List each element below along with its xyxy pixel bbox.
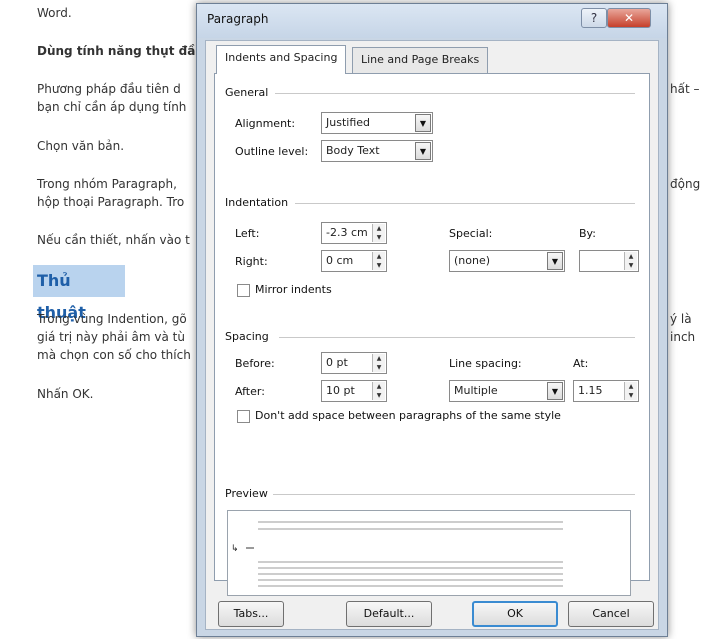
outline-level-value: Body Text (326, 144, 380, 157)
by-input[interactable]: ▲ ▼ (579, 250, 639, 272)
spacing-before-input[interactable]: 0 pt ▲ ▼ (321, 352, 387, 374)
chevron-down-icon: ▼ (547, 382, 563, 400)
at-value: 1.15 (578, 384, 603, 397)
section-general-title: General (225, 86, 269, 99)
spin-button[interactable]: ▲ ▼ (372, 224, 385, 242)
alignment-select[interactable]: Justified ▼ (321, 112, 433, 134)
article-line: mà chọn con số cho thích (37, 348, 191, 362)
article-fragment: inch (670, 330, 696, 344)
spacing-after-input[interactable]: 10 pt ▲ ▼ (321, 380, 387, 402)
alignment-value: Justified (326, 116, 370, 129)
at-label: At: (573, 357, 589, 370)
spacing-after-value: 10 pt (326, 384, 355, 397)
article-line: Word. (37, 6, 72, 20)
paragraph-dialog: Paragraph ? ✕ Indents and Spacing Line a… (196, 3, 668, 637)
spin-button[interactable]: ▲ ▼ (372, 252, 385, 270)
right-indent-label: Right: (235, 255, 268, 268)
line-spacing-label: Line spacing: (449, 357, 522, 370)
line-spacing-select[interactable]: Multiple ▼ (449, 380, 565, 402)
spin-button[interactable]: ▲ ▼ (372, 382, 385, 400)
article-line: Dùng tính năng thụt đầ (37, 44, 196, 58)
article-fragment: hất – (670, 82, 700, 96)
spacing-before-value: 0 pt (326, 356, 348, 369)
special-select[interactable]: (none) ▼ (449, 250, 565, 272)
ok-button[interactable]: OK (472, 601, 558, 627)
chevron-down-icon: ▼ (415, 142, 431, 160)
chevron-down-icon: ▼ (415, 114, 431, 132)
paragraph-preview: ↳ (227, 510, 631, 596)
divider (275, 93, 635, 94)
tabs-button[interactable]: Tabs... (218, 601, 284, 627)
article-line: hộp thoại Paragraph. Tro (37, 195, 185, 209)
divider (273, 494, 635, 495)
line-spacing-value: Multiple (454, 384, 498, 397)
tab-indents-and-spacing[interactable]: Indents and Spacing (216, 45, 347, 74)
chevron-down-icon: ▼ (547, 252, 563, 270)
left-indent-input[interactable]: -2.3 cm ▲ ▼ (321, 222, 387, 244)
default-button[interactable]: Default... (346, 601, 432, 627)
at-input[interactable]: 1.15 ▲ ▼ (573, 380, 639, 402)
right-indent-input[interactable]: 0 cm ▲ ▼ (321, 250, 387, 272)
help-button[interactable]: ? (581, 8, 607, 28)
mirror-indents-label: Mirror indents (255, 283, 332, 296)
article-line: giá trị này phải âm và tù (37, 330, 185, 344)
article-line: Phương pháp đầu tiên d (37, 82, 181, 96)
left-indent-label: Left: (235, 227, 260, 240)
dont-add-space-label: Don't add space between paragraphs of th… (255, 409, 561, 422)
article-line: Chọn văn bản. (37, 139, 125, 153)
indent-arrow-icon: ↳ (231, 544, 239, 554)
outline-level-select[interactable]: Body Text ▼ (321, 140, 433, 162)
spacing-after-label: After: (235, 385, 265, 398)
special-value: (none) (454, 254, 491, 267)
left-indent-value: -2.3 cm (326, 226, 368, 239)
outline-level-label: Outline level: (235, 145, 309, 158)
dialog-body: Indents and Spacing Line and Page Breaks… (205, 40, 659, 630)
spin-button[interactable]: ▲ ▼ (624, 382, 637, 400)
tab-panel: General Alignment: Justified ▼ Outline l… (214, 73, 650, 596)
article-line: Nếu cần thiết, nhấn vào t (37, 233, 190, 247)
cancel-button[interactable]: Cancel (568, 601, 654, 627)
article-fragment: động (670, 177, 701, 191)
dont-add-space-checkbox[interactable] (237, 410, 250, 423)
dialog-title: Paragraph (207, 12, 269, 26)
tab-line-and-page-breaks[interactable]: Line and Page Breaks (352, 47, 489, 73)
spin-button[interactable]: ▲ ▼ (372, 354, 385, 372)
article-line: Trong vùng Indention, gõ (37, 312, 187, 326)
alignment-label: Alignment: (235, 117, 296, 130)
section-preview-title: Preview (225, 487, 268, 500)
article-heading: Thủ thuật (33, 265, 125, 322)
close-button[interactable]: ✕ (607, 8, 651, 28)
divider (279, 337, 635, 338)
by-label: By: (579, 227, 596, 240)
section-spacing-title: Spacing (225, 330, 269, 343)
mirror-indents-checkbox[interactable] (237, 284, 250, 297)
spacing-before-label: Before: (235, 357, 275, 370)
spin-button[interactable]: ▲ ▼ (624, 252, 637, 270)
right-indent-value: 0 cm (326, 254, 354, 267)
article-line: bạn chỉ cần áp dụng tính (37, 100, 187, 114)
divider (295, 203, 635, 204)
article-fragment: ý là (670, 312, 692, 326)
article-line: Trong nhóm Paragraph, (37, 177, 177, 191)
section-indentation-title: Indentation (225, 196, 289, 209)
dialog-titlebar[interactable]: Paragraph ? ✕ (197, 4, 667, 38)
special-label: Special: (449, 227, 493, 240)
article-line: Nhấn OK. (37, 387, 94, 401)
